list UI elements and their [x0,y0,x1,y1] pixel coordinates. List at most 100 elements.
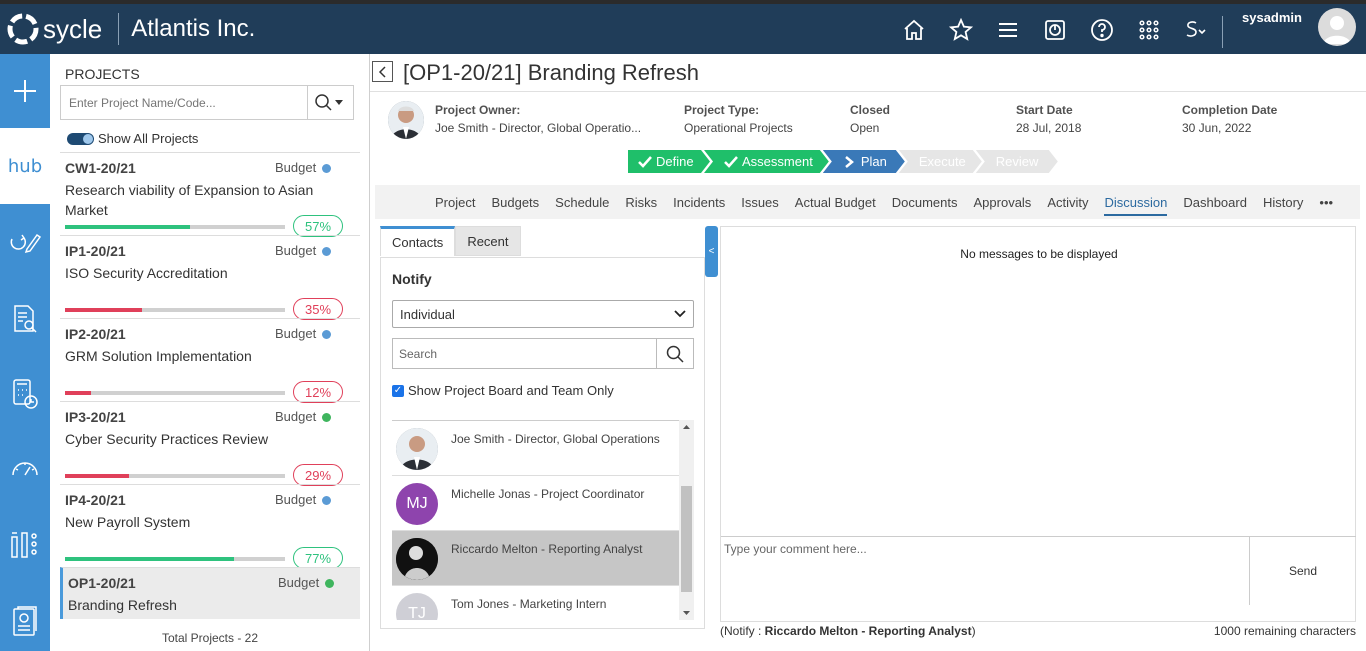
scroll-up-icon[interactable] [679,422,694,432]
stage-define[interactable]: Define [628,150,710,173]
contact-search-button[interactable] [656,339,693,368]
tab-approvals[interactable]: Approvals [966,185,1040,219]
add-button[interactable] [0,54,50,128]
tab-activity[interactable]: Activity [1039,185,1096,219]
stage-label: Assessment [742,154,813,169]
notify-summary: (Notify : Riccardo Melton - Reporting An… [720,624,976,638]
notify-prefix: (Notify : [720,624,765,638]
progress-bar [65,391,285,395]
tab-project[interactable]: Project [427,185,483,219]
apps-grid-icon[interactable] [1125,13,1172,47]
resources-nav-item[interactable] [0,519,50,569]
project-field: Closed Open [850,103,890,135]
scroll-thumb[interactable] [681,486,692,592]
budget-status-dot [322,247,331,256]
stage-review[interactable]: Review [976,150,1058,173]
logo[interactable]: sycle Atlantis Inc. [6,12,255,46]
field-label: Completion Date [1182,103,1278,117]
contact-name: Michelle Jonas - Project Coordinator [451,487,645,501]
help-icon[interactable] [1078,13,1125,47]
owner-avatar [388,101,424,139]
calculator-clock-icon [13,379,38,409]
project-tabs: Project Budgets Schedule Risks Incidents Issu… [375,185,1360,219]
timesheets-nav-item[interactable] [0,369,50,419]
tab-contacts[interactable]: Contacts [380,226,456,256]
checkbox-checked-icon[interactable]: ✓ [392,384,404,397]
tasks-nav-item[interactable] [0,217,50,267]
project-item[interactable]: CW1-20/21 Budget Research viability of Exp… [60,152,360,237]
stage-progress: Define Assessment Plan Execute Review [628,150,1052,175]
projects-title: PROJECTS [65,66,140,82]
project-item[interactable]: IP4-20/21 Budget New Payroll System 77% [60,484,360,569]
notify-type-select[interactable]: Individual [392,300,694,328]
tab-dashboard[interactable]: Dashboard [1175,185,1255,219]
user-avatar[interactable] [1318,8,1356,46]
project-item[interactable]: OP1-20/21 Budget Branding Refresh [60,567,360,619]
stage-assessment[interactable]: Assessment [704,150,829,173]
project-item[interactable]: IP2-20/21 Budget GRM Solution Implementati… [60,318,360,403]
star-icon[interactable] [937,13,984,47]
documents-nav-item[interactable] [0,597,50,647]
contact-item[interactable]: MJ Michelle Jonas - Project Coordinator [392,476,679,531]
send-button[interactable]: Send [1250,536,1356,605]
tab-actual-budget[interactable]: Actual Budget [787,185,884,219]
tab-incidents[interactable]: Incidents [665,185,733,219]
field-value: Operational Projects [684,121,793,135]
sycle-s-icon[interactable] [1172,13,1219,47]
stage-label: Define [656,154,694,169]
project-search-button[interactable] [307,86,353,119]
tab-more[interactable]: ••• [1311,185,1341,219]
home-icon[interactable] [890,13,937,47]
contact-item[interactable]: TJ Tom Jones - Marketing Intern [392,586,679,620]
budget-label: Budget [275,243,317,258]
stage-execute[interactable]: Execute [899,150,982,173]
total-projects: Total Projects - 22 [161,631,259,645]
project-field: Start Date 28 Jul, 2018 [1016,103,1081,135]
back-button[interactable] [372,61,393,82]
contact-name: Joe Smith - Director, Global Operations [451,432,660,446]
tab-risks[interactable]: Risks [617,185,665,219]
contact-list-scrollbar[interactable] [679,420,694,620]
collapse-contacts-button[interactable]: < [705,226,718,277]
tab-budgets[interactable]: Budgets [483,185,547,219]
document-icon [13,606,37,636]
project-item[interactable]: IP1-20/21 Budget ISO Security Accreditatio… [60,235,360,320]
username[interactable]: sysadmin [1242,10,1302,25]
comment-input[interactable]: Type your comment here... [721,536,1250,605]
board-team-only-checkbox[interactable]: ✓ Show Project Board and Team Only [392,383,614,398]
project-search-input[interactable] [61,86,308,119]
project-name: Research viability of Expansion to Asian… [65,182,314,218]
progress-fill [65,474,129,478]
tab-issues[interactable]: Issues [733,185,787,219]
empty-messages: No messages to be displayed [960,247,1118,261]
hub-nav-item[interactable]: hub [0,128,50,204]
scroll-down-icon[interactable] [679,608,694,618]
contacts-panel: Notify Individual Search ✓ Show Project … [380,257,705,629]
tab-schedule[interactable]: Schedule [547,185,617,219]
budget-label: Budget [275,160,317,175]
dashboard-icon[interactable] [1031,13,1078,47]
performance-nav-item[interactable] [0,444,50,494]
menu-icon[interactable] [984,13,1031,47]
project-item[interactable]: IP3-20/21 Budget Cyber Security Practices … [60,401,360,486]
show-all-projects-toggle[interactable]: Show All Projects [67,131,198,146]
tab-recent[interactable]: Recent [455,226,521,256]
budget-label: Budget [275,409,317,424]
contact-avatar [396,428,438,470]
reports-nav-item[interactable] [0,294,50,344]
contact-initials: TJ [408,605,426,620]
tab-documents[interactable]: Documents [884,185,966,219]
contact-search-input[interactable]: Search [393,339,656,368]
contact-item[interactable]: Joe Smith - Director, Global Operations [392,421,679,476]
hub-logo: hub [7,155,43,177]
tab-history[interactable]: History [1255,185,1311,219]
remaining-characters: 1000 remaining characters [1213,624,1356,638]
toggle-switch[interactable] [67,132,94,145]
budget-label: Budget [275,326,317,341]
project-field: Completion Date 30 Jun, 2022 [1182,103,1277,135]
notify-type-value: Individual [400,306,455,322]
contact-item[interactable]: Riccardo Melton - Reporting Analyst [392,531,679,586]
tab-discussion[interactable]: Discussion [1096,185,1175,219]
discussion-panel: No messages to be displayed Type your co… [720,226,1356,622]
stage-plan[interactable]: Plan [823,150,905,173]
